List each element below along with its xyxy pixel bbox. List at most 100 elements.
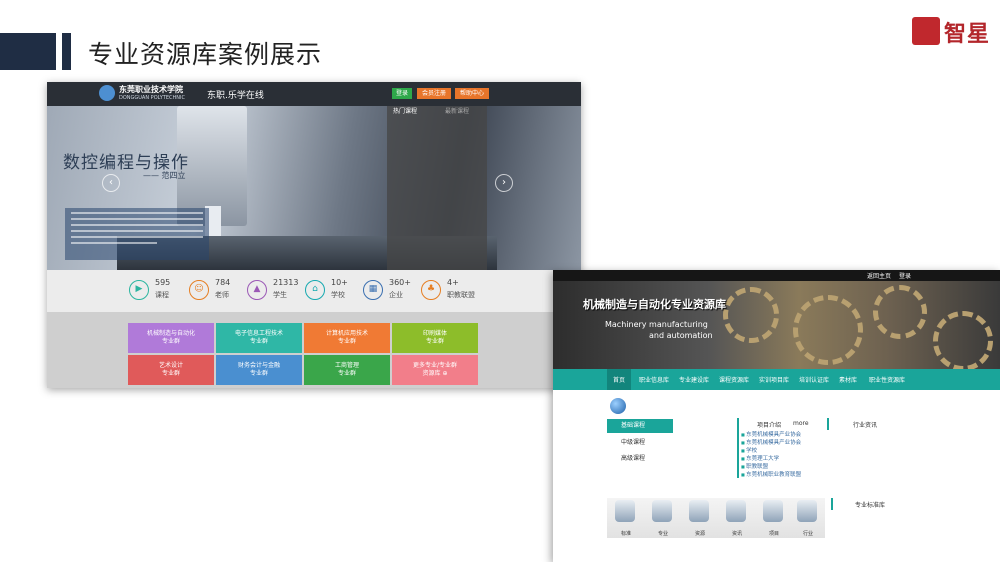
course-panel bbox=[387, 106, 487, 270]
stat-number: 10+ bbox=[331, 278, 348, 287]
tile-business[interactable]: 工商管理 专业群 bbox=[304, 355, 390, 385]
video-icon: ▶ bbox=[129, 280, 149, 300]
column-divider bbox=[831, 498, 833, 510]
brand-logo-icon bbox=[912, 17, 940, 45]
site1-school-name: 东莞职业技术学院 bbox=[119, 84, 183, 94]
brand-logo-text: 智星 bbox=[944, 21, 991, 47]
stat-label: 职教联盟 bbox=[447, 291, 475, 299]
news-icon[interactable] bbox=[726, 500, 746, 522]
stats-bar: ▶ 595 课程 ☺ 784 老师 ▲ 21313 学生 ⌂ 10+ 学校 ▦ bbox=[47, 270, 581, 312]
tile-finance[interactable]: 财务会计与金融 专业群 bbox=[216, 355, 302, 385]
list-item[interactable]: 职教联盟 bbox=[741, 462, 768, 470]
stat-label: 老师 bbox=[215, 291, 229, 299]
tile-electronics[interactable]: 电子信息工程技术 专业群 bbox=[216, 323, 302, 353]
carousel-next-icon[interactable]: › bbox=[495, 174, 513, 192]
stat-number: 360+ bbox=[389, 278, 411, 287]
stat-number: 595 bbox=[155, 278, 171, 287]
stat-label: 学生 bbox=[273, 291, 287, 299]
gear-icon bbox=[723, 287, 779, 343]
column-divider bbox=[827, 418, 829, 430]
nav-item[interactable]: 首页 bbox=[613, 375, 625, 384]
text-line bbox=[71, 212, 203, 214]
icon-label: 资讯 bbox=[732, 531, 743, 537]
tile-label: 计算机应用技术 bbox=[325, 330, 368, 337]
resource-icon-band bbox=[607, 498, 825, 538]
tile-print-media[interactable]: 印刷媒体 专业群 bbox=[392, 323, 478, 353]
nav-item[interactable]: 素材库 bbox=[839, 375, 857, 384]
nav-item[interactable]: 培训认证库 bbox=[799, 375, 829, 384]
gear-icon bbox=[873, 285, 927, 339]
side-item-basic[interactable]: 基础课程 bbox=[607, 419, 673, 433]
tile-label: 机械制造与自动化 bbox=[146, 330, 195, 337]
list-item[interactable]: 东莞机械模具产业协会 bbox=[741, 430, 801, 438]
stat-label: 课程 bbox=[155, 291, 169, 299]
site1-site-name: 东职.乐学在线 bbox=[207, 91, 264, 101]
tab-new-courses[interactable]: 最新课程 bbox=[445, 106, 469, 115]
stat-label: 企业 bbox=[389, 291, 403, 299]
list-item[interactable]: 东莞机械职业教育联盟 bbox=[741, 470, 801, 478]
project-intro-heading: 项目介绍 bbox=[757, 422, 782, 429]
slide-title: 专业资源库案例展示 bbox=[88, 40, 323, 69]
nav-item[interactable]: 职业信息库 bbox=[639, 375, 669, 384]
hero-author: —— 范四立 bbox=[143, 171, 186, 180]
help-button[interactable]: 帮助中心 bbox=[455, 88, 489, 99]
tile-label: 艺术设计 bbox=[158, 362, 183, 369]
screenshot-dongguan-site: 东莞职业技术学院 DONGGUAN POLYTECHNIC 东职.乐学在线 登录… bbox=[47, 82, 581, 388]
school-logo-icon bbox=[99, 85, 115, 101]
more-link[interactable]: more bbox=[793, 420, 809, 427]
login-link[interactable]: 登录 bbox=[899, 271, 911, 280]
nav-item[interactable]: 实训项目库 bbox=[759, 375, 789, 384]
tile-label: 电子信息工程技术 bbox=[234, 330, 283, 337]
hero-description-box bbox=[65, 208, 209, 260]
alliance-icon: ♣ bbox=[421, 280, 441, 300]
home-link[interactable]: 返回主页 bbox=[867, 271, 891, 280]
tile-mechanical[interactable]: 机械制造与自动化 专业群 bbox=[128, 323, 214, 353]
resource-icon[interactable] bbox=[689, 500, 709, 522]
tile-computer[interactable]: 计算机应用技术 专业群 bbox=[304, 323, 390, 353]
company-icon: ▦ bbox=[363, 280, 383, 300]
header-accent-bar bbox=[62, 33, 71, 70]
stat-number: 784 bbox=[215, 278, 231, 287]
register-button[interactable]: 会员注册 bbox=[417, 88, 451, 99]
text-line bbox=[71, 236, 203, 238]
tile-sublabel: 专业群 bbox=[161, 370, 180, 377]
list-item[interactable]: 东莞理工大学 bbox=[741, 454, 779, 462]
site1-school-name-en: DONGGUAN POLYTECHNIC bbox=[119, 95, 185, 101]
column-divider bbox=[737, 418, 739, 478]
tile-sublabel: 专业群 bbox=[249, 370, 268, 377]
tile-sublabel: 专业群 bbox=[337, 370, 356, 377]
tab-hot-courses[interactable]: 热门课程 bbox=[393, 106, 417, 115]
tile-label: 工商管理 bbox=[334, 362, 359, 369]
industry-icon[interactable] bbox=[797, 500, 817, 522]
major-group-grid: 机械制造与自动化 专业群 电子信息工程技术 专业群 计算机应用技术 专业群 印刷媒体专… bbox=[47, 312, 581, 388]
nav-item[interactable]: 课程资源库 bbox=[719, 375, 749, 384]
slide: 专业资源库案例展示 智星 东莞职业技术学院 DONGGUAN POLYTECHN… bbox=[0, 0, 1000, 562]
list-item[interactable]: 东莞机械模具产业协会 bbox=[741, 438, 801, 446]
carousel-prev-icon[interactable]: ‹ bbox=[102, 174, 120, 192]
list-item[interactable]: 学校 bbox=[741, 446, 757, 454]
tile-sublabel: 专业群 bbox=[249, 338, 268, 345]
tile-sublabel: 资源库 ⊕ bbox=[422, 370, 448, 377]
tile-art-design[interactable]: 艺术设计 专业群 bbox=[128, 355, 214, 385]
tile-label: 印刷媒体 bbox=[422, 330, 447, 337]
standards-heading: 专业标准库 bbox=[855, 502, 886, 509]
tile-more[interactable]: 更多专业/专业群 资源库 ⊕ bbox=[392, 355, 478, 385]
gear-icon bbox=[793, 295, 863, 365]
teacher-icon: ☺ bbox=[189, 280, 209, 300]
tile-sublabel: 专业群 bbox=[425, 338, 444, 345]
nav-item[interactable]: 专业建设库 bbox=[679, 375, 709, 384]
text-line bbox=[71, 230, 203, 232]
nav-item[interactable]: 职业性资源库 bbox=[869, 375, 905, 384]
tile-label: 更多专业/专业群 bbox=[412, 362, 458, 369]
project-icon[interactable] bbox=[763, 500, 783, 522]
side-item-advanced[interactable]: 高级课程 bbox=[621, 453, 645, 462]
major-icon[interactable] bbox=[652, 500, 672, 522]
graduation-cap-icon: ▲ bbox=[247, 280, 267, 300]
stat-number: 4+ bbox=[447, 278, 459, 287]
school-icon: ⌂ bbox=[305, 280, 325, 300]
icon-label: 行业 bbox=[803, 531, 814, 537]
login-button[interactable]: 登录 bbox=[392, 88, 412, 99]
side-item-intermediate[interactable]: 中级课程 bbox=[621, 437, 645, 446]
standard-icon[interactable] bbox=[615, 500, 635, 522]
tile-label: 财务会计与金融 bbox=[237, 362, 280, 369]
